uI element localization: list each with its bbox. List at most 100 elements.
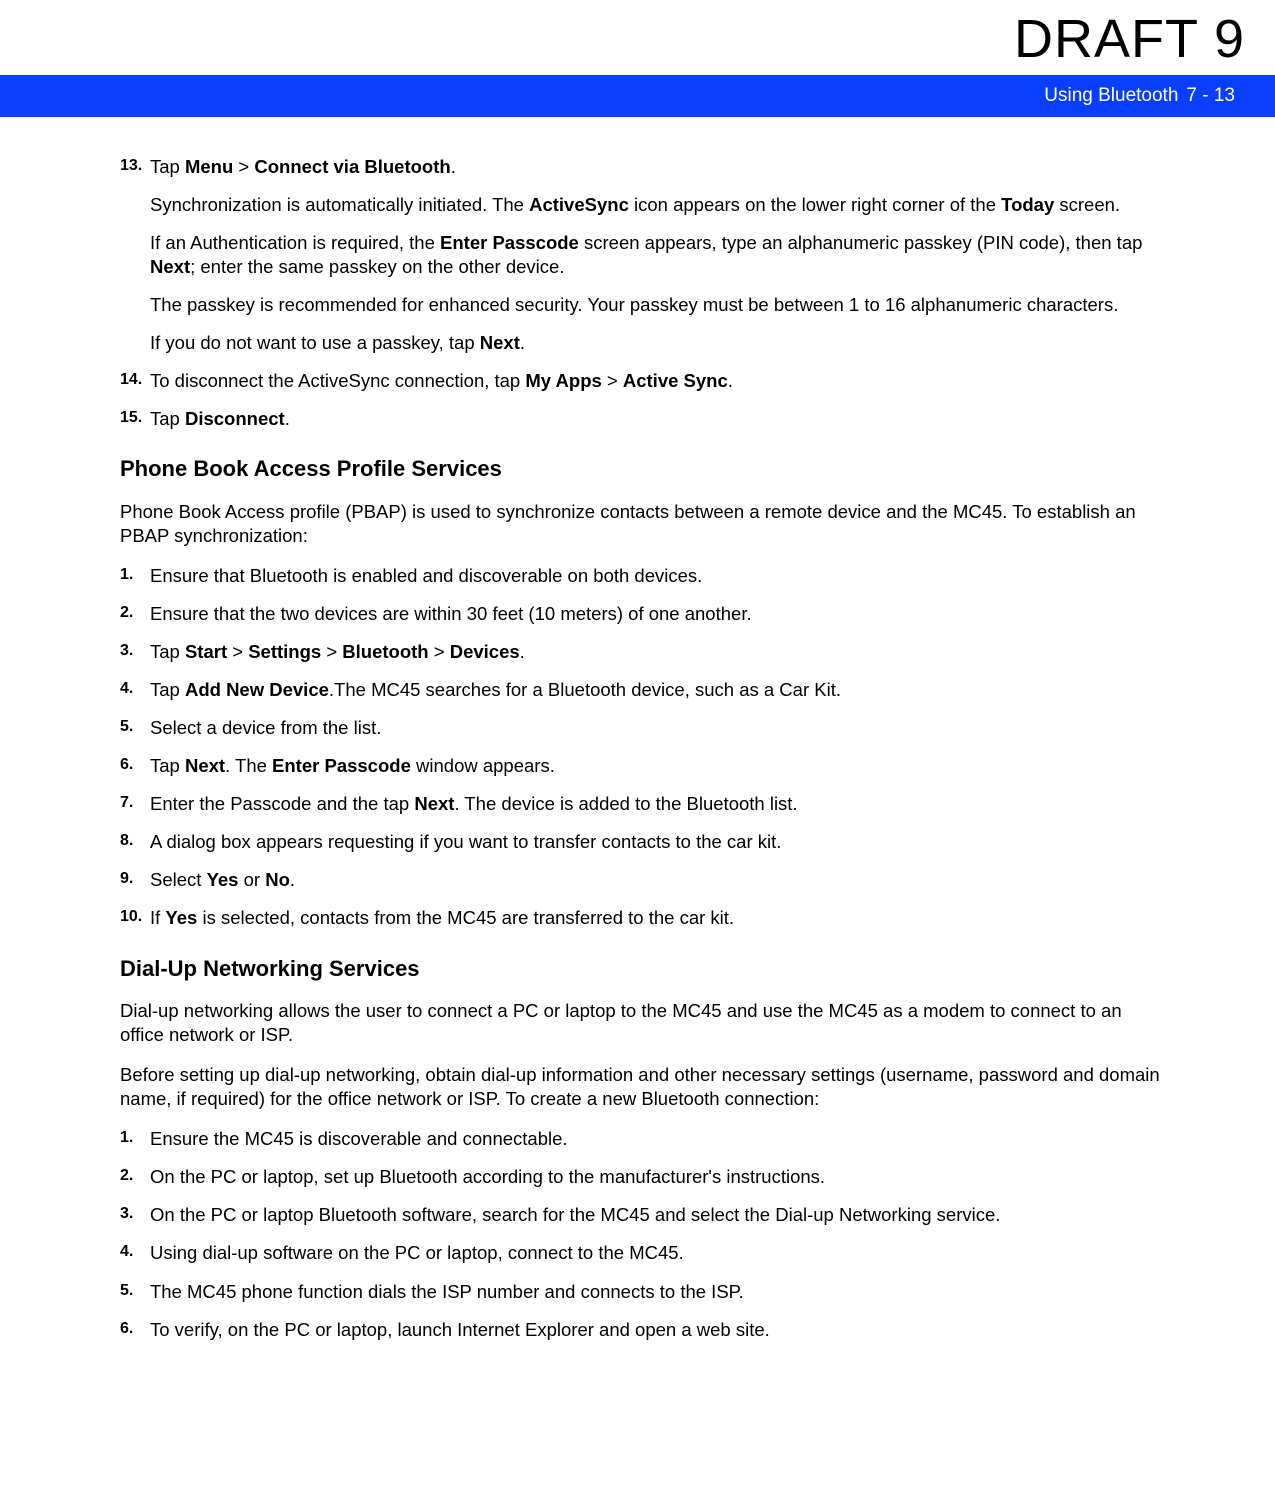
pbap-step-5: 5. Select a device from the list. xyxy=(120,716,1165,740)
text: > xyxy=(602,370,623,391)
text: or xyxy=(238,869,265,890)
pbap-step-6: 6. Tap Next. The Enter Passcode window a… xyxy=(120,754,1165,778)
text: . xyxy=(451,156,456,177)
section-heading-dialup: Dial-Up Networking Services xyxy=(120,955,1165,984)
step-text: To verify, on the PC or laptop, launch I… xyxy=(150,1318,1165,1342)
text: ; enter the same passkey on the other de… xyxy=(190,256,564,277)
bold-text: Today xyxy=(1001,194,1054,215)
text: . xyxy=(520,641,525,662)
step-number: 1. xyxy=(120,1127,150,1151)
step-number: 13. xyxy=(120,155,150,355)
step-text: Using dial-up software on the PC or lapt… xyxy=(150,1241,1165,1265)
step-text: To disconnect the ActiveSync connection,… xyxy=(150,369,1165,393)
bold-text: Yes xyxy=(165,907,197,928)
step-text: Tap Disconnect. xyxy=(150,407,1165,431)
text: . The xyxy=(225,755,272,776)
section-intro: Phone Book Access profile (PBAP) is used… xyxy=(120,500,1165,548)
step-body: The MC45 phone function dials the ISP nu… xyxy=(150,1280,1165,1304)
bold-text: Next xyxy=(185,755,225,776)
step-body: Select Yes or No. xyxy=(150,868,1165,892)
text: screen appears, type an alphanumeric pas… xyxy=(579,232,1143,253)
step-body: If Yes is selected, contacts from the MC… xyxy=(150,906,1165,930)
bold-text: Add New Device xyxy=(185,679,329,700)
pbap-step-3: 3. Tap Start > Settings > Bluetooth > De… xyxy=(120,640,1165,664)
text: If an Authentication is required, the xyxy=(150,232,440,253)
pbap-step-2: 2. Ensure that the two devices are withi… xyxy=(120,602,1165,626)
step-number: 7. xyxy=(120,792,150,816)
section-intro: Before setting up dial-up networking, ob… xyxy=(120,1063,1165,1111)
bold-text: Enter Passcode xyxy=(272,755,411,776)
header-page-number: 7 - 13 xyxy=(1186,85,1235,107)
step-text: If Yes is selected, contacts from the MC… xyxy=(150,906,1165,930)
step-number: 3. xyxy=(120,640,150,664)
step-number: 4. xyxy=(120,1241,150,1265)
step-number: 2. xyxy=(120,1165,150,1189)
bold-text: Enter Passcode xyxy=(440,232,579,253)
text: window appears. xyxy=(411,755,555,776)
bold-text: Active Sync xyxy=(623,370,728,391)
step-number: 1. xyxy=(120,564,150,588)
bold-text: Devices xyxy=(450,641,520,662)
bold-text: Next xyxy=(480,332,520,353)
bold-text: No xyxy=(265,869,290,890)
header-title: Using Bluetooth xyxy=(1044,85,1178,107)
text: > xyxy=(429,641,450,662)
bold-text: Menu xyxy=(185,156,233,177)
step-number: 3. xyxy=(120,1203,150,1227)
bold-text: Disconnect xyxy=(185,408,285,429)
pbap-step-9: 9. Select Yes or No. xyxy=(120,868,1165,892)
text: screen. xyxy=(1054,194,1120,215)
section-heading-pbap: Phone Book Access Profile Services xyxy=(120,455,1165,484)
step-number: 2. xyxy=(120,602,150,626)
bold-text: My Apps xyxy=(525,370,601,391)
step-text: If you do not want to use a passkey, tap… xyxy=(150,331,1165,355)
step-14: 14. To disconnect the ActiveSync connect… xyxy=(120,369,1165,393)
step-body: Ensure that the two devices are within 3… xyxy=(150,602,1165,626)
bold-text: ActiveSync xyxy=(529,194,629,215)
step-number: 6. xyxy=(120,1318,150,1342)
page-content: 13. Tap Menu > Connect via Bluetooth. Sy… xyxy=(120,155,1165,1356)
step-text: Ensure that the two devices are within 3… xyxy=(150,602,1165,626)
text: Synchronization is automatically initiat… xyxy=(150,194,529,215)
text: . The device is added to the Bluetooth l… xyxy=(454,793,797,814)
step-text: On the PC or laptop, set up Bluetooth ac… xyxy=(150,1165,1165,1189)
step-text: Select a device from the list. xyxy=(150,716,1165,740)
step-body: Tap Disconnect. xyxy=(150,407,1165,431)
step-text: Tap Next. The Enter Passcode window appe… xyxy=(150,754,1165,778)
page-header-bar: Using Bluetooth 7 - 13 xyxy=(0,75,1275,117)
bold-text: Connect via Bluetooth xyxy=(254,156,450,177)
text: Tap xyxy=(150,679,185,700)
pbap-step-10: 10. If Yes is selected, contacts from th… xyxy=(120,906,1165,930)
step-text: Synchronization is automatically initiat… xyxy=(150,193,1165,217)
dialup-step-2: 2. On the PC or laptop, set up Bluetooth… xyxy=(120,1165,1165,1189)
dialup-step-4: 4. Using dial-up software on the PC or l… xyxy=(120,1241,1165,1265)
step-number: 10. xyxy=(120,906,150,930)
step-body: Tap Add New Device.The MC45 searches for… xyxy=(150,678,1165,702)
draft-watermark: DRAFT 9 xyxy=(1014,8,1245,70)
step-number: 5. xyxy=(120,1280,150,1304)
step-body: Using dial-up software on the PC or lapt… xyxy=(150,1241,1165,1265)
step-text: Tap Menu > Connect via Bluetooth. xyxy=(150,155,1165,179)
text: . xyxy=(520,332,525,353)
step-number: 8. xyxy=(120,830,150,854)
step-body: On the PC or laptop Bluetooth software, … xyxy=(150,1203,1165,1227)
step-text: On the PC or laptop Bluetooth software, … xyxy=(150,1203,1165,1227)
text: . xyxy=(290,869,295,890)
text: Enter the Passcode and the tap xyxy=(150,793,414,814)
step-text: Ensure that Bluetooth is enabled and dis… xyxy=(150,564,1165,588)
step-number: 14. xyxy=(120,369,150,393)
pbap-step-8: 8. A dialog box appears requesting if yo… xyxy=(120,830,1165,854)
step-15: 15. Tap Disconnect. xyxy=(120,407,1165,431)
text: > xyxy=(227,641,248,662)
step-text: Tap Start > Settings > Bluetooth > Devic… xyxy=(150,640,1165,664)
bold-text: Settings xyxy=(248,641,321,662)
step-body: Enter the Passcode and the tap Next. The… xyxy=(150,792,1165,816)
pbap-step-1: 1. Ensure that Bluetooth is enabled and … xyxy=(120,564,1165,588)
text: . xyxy=(285,408,290,429)
dialup-step-1: 1. Ensure the MC45 is discoverable and c… xyxy=(120,1127,1165,1151)
bold-text: Yes xyxy=(207,869,239,890)
step-number: 15. xyxy=(120,407,150,431)
text: Tap xyxy=(150,156,185,177)
text: Tap xyxy=(150,641,185,662)
dialup-step-3: 3. On the PC or laptop Bluetooth softwar… xyxy=(120,1203,1165,1227)
